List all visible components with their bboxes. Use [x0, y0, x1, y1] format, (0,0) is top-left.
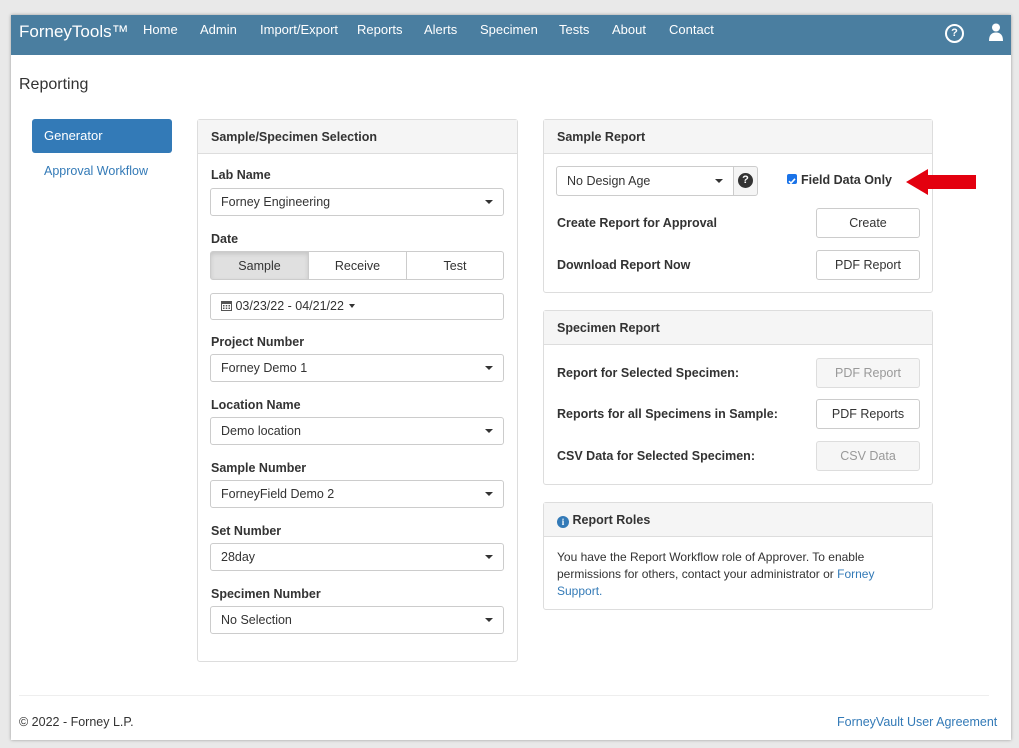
- copyright-text: © 2022 - Forney L.P.: [19, 715, 134, 729]
- download-report-label: Download Report Now: [557, 258, 691, 272]
- nav-import-export[interactable]: Import/Export: [260, 22, 338, 37]
- nav-tests[interactable]: Tests: [559, 22, 589, 37]
- selected-specimen-label: Report for Selected Specimen:: [557, 366, 739, 380]
- sample-report-title: Sample Report: [544, 120, 932, 154]
- app-window: ForneyTools™ Home Admin Import/Export Re…: [11, 15, 1011, 740]
- all-specimens-label: Reports for all Specimens in Sample:: [557, 407, 778, 421]
- user-agreement-link[interactable]: ForneyVault User Agreement: [837, 715, 997, 729]
- nav-home[interactable]: Home: [143, 22, 178, 37]
- specimen-number-label: Specimen Number: [211, 587, 321, 601]
- project-number-value: Forney Demo 1: [221, 361, 308, 375]
- specimen-number-select[interactable]: No Selection: [210, 606, 504, 634]
- csv-data-label: CSV Data for Selected Specimen:: [557, 449, 755, 463]
- chevron-down-icon: [485, 200, 493, 204]
- nav-contact[interactable]: Contact: [669, 22, 714, 37]
- annotation-arrow-icon: [906, 169, 976, 195]
- date-range-picker[interactable]: 03/23/22 - 04/21/22: [210, 293, 504, 320]
- date-label: Date: [211, 232, 239, 246]
- report-roles-message: You have the Report Workflow role of App…: [557, 550, 865, 581]
- top-navbar: ForneyTools™ Home Admin Import/Export Re…: [11, 15, 1011, 55]
- project-number-label: Project Number: [211, 335, 305, 349]
- location-name-label: Location Name: [211, 398, 301, 412]
- sample-number-select[interactable]: ForneyField Demo 2: [210, 480, 504, 508]
- date-mode-sample[interactable]: Sample: [210, 251, 309, 280]
- pdf-report-button[interactable]: PDF Report: [816, 250, 920, 280]
- create-button[interactable]: Create: [816, 208, 920, 238]
- chevron-down-icon: [715, 179, 723, 183]
- date-mode-receive[interactable]: Receive: [308, 251, 407, 280]
- chevron-down-icon: [485, 366, 493, 370]
- caret-down-icon: [349, 304, 356, 308]
- lab-name-select[interactable]: Forney Engineering: [210, 188, 504, 216]
- set-number-label: Set Number: [211, 524, 282, 538]
- set-number-value: 28day: [221, 550, 256, 564]
- field-data-only-checkbox[interactable]: [787, 174, 797, 185]
- page-title: Reporting: [19, 76, 89, 93]
- nav-reports[interactable]: Reports: [357, 22, 403, 37]
- all-specimens-pdf-button[interactable]: PDF Reports: [816, 399, 920, 429]
- report-roles-text: You have the Report Workflow role of App…: [544, 537, 932, 600]
- help-icon[interactable]: ?: [945, 24, 964, 43]
- date-range-value: 03/23/22 - 04/21/22: [235, 299, 344, 313]
- chevron-down-icon: [485, 618, 493, 622]
- design-age-help-button[interactable]: ?: [733, 166, 758, 196]
- calendar-icon: [221, 301, 232, 311]
- csv-data-button[interactable]: CSV Data: [816, 441, 920, 471]
- brand-logo[interactable]: ForneyTools™: [19, 22, 129, 42]
- nav-alerts[interactable]: Alerts: [424, 22, 457, 37]
- selected-specimen-pdf-button[interactable]: PDF Report: [816, 358, 920, 388]
- specimen-number-value: No Selection: [221, 613, 292, 627]
- location-name-value: Demo location: [221, 424, 301, 438]
- field-data-only-label[interactable]: Field Data Only: [801, 173, 892, 187]
- info-icon: i: [557, 516, 569, 528]
- report-roles-title: Report Roles: [572, 513, 651, 527]
- sample-number-value: ForneyField Demo 2: [221, 487, 335, 501]
- chevron-down-icon: [485, 555, 493, 559]
- report-roles-end: .: [599, 584, 603, 598]
- chevron-down-icon: [485, 492, 493, 496]
- footer-divider: [19, 695, 989, 696]
- create-report-label: Create Report for Approval: [557, 216, 717, 230]
- lab-name-label: Lab Name: [211, 168, 271, 182]
- checkmark-icon: [788, 178, 796, 185]
- report-roles-panel: i Report Roles You have the Report Workf…: [543, 502, 933, 610]
- sidebar-item-approval-workflow[interactable]: Approval Workflow: [44, 164, 148, 178]
- design-age-select[interactable]: No Design Age: [556, 166, 734, 196]
- date-mode-test[interactable]: Test: [406, 251, 504, 280]
- selection-panel-title: Sample/Specimen Selection: [198, 120, 517, 154]
- sample-number-label: Sample Number: [211, 461, 307, 475]
- design-age-value: No Design Age: [567, 174, 651, 188]
- specimen-report-title: Specimen Report: [544, 311, 932, 345]
- project-number-select[interactable]: Forney Demo 1: [210, 354, 504, 382]
- report-roles-header: i Report Roles: [544, 503, 932, 537]
- nav-specimen[interactable]: Specimen: [480, 22, 538, 37]
- question-circle-icon: ?: [738, 173, 753, 188]
- sidebar-item-generator[interactable]: Generator: [32, 119, 172, 153]
- lab-name-value: Forney Engineering: [221, 195, 331, 209]
- nav-about[interactable]: About: [612, 22, 646, 37]
- chevron-down-icon: [485, 429, 493, 433]
- user-icon[interactable]: [989, 23, 1003, 41]
- location-name-select[interactable]: Demo location: [210, 417, 504, 445]
- set-number-select[interactable]: 28day: [210, 543, 504, 571]
- nav-admin[interactable]: Admin: [200, 22, 237, 37]
